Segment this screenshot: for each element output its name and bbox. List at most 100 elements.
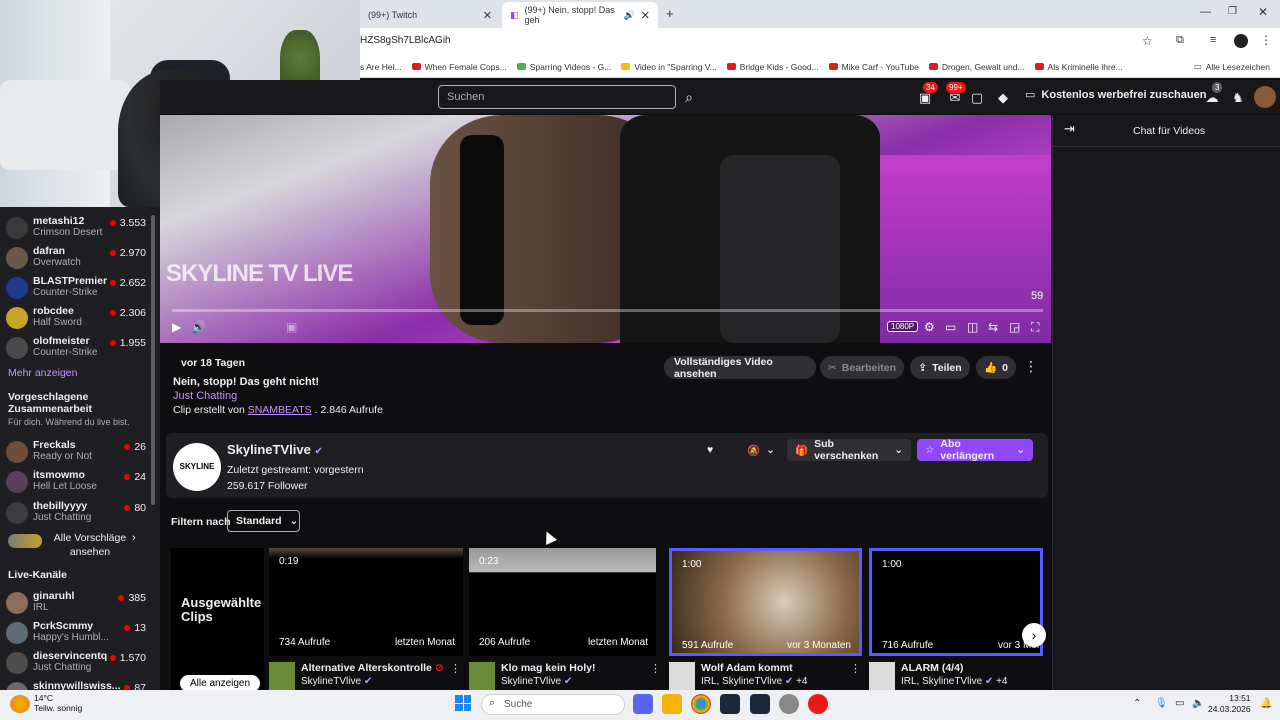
search-icon[interactable]: ⌕ (678, 85, 700, 109)
chrome-icon[interactable] (691, 694, 711, 714)
show-more-link[interactable]: Mehr anzeigen (8, 367, 77, 379)
bookmark-item[interactable]: Video in "Sparring V... (621, 62, 717, 72)
close-tab-icon[interactable]: ✕ (483, 9, 492, 22)
more-options-icon[interactable]: ⋮ (850, 662, 861, 675)
microphone-icon[interactable]: 🎙 (1155, 698, 1168, 709)
bookmark-item[interactable]: Drogen, Gewalt und... (928, 62, 1025, 72)
theatre-icon[interactable]: ▭ (945, 320, 956, 334)
minimize-icon[interactable]: — (1200, 6, 1211, 18)
all-bookmarks[interactable]: ▭ Alle Lesezeichen (1194, 61, 1270, 72)
sidebar-channel[interactable]: BLASTPremier Counter-Strike 2.652 (6, 275, 146, 305)
new-tab-icon[interactable]: + (666, 6, 674, 21)
edit-button[interactable]: ✂ Bearbeiten (820, 356, 904, 379)
speaker-icon[interactable]: 🔈 (1192, 698, 1204, 709)
taskbar-clock[interactable]: 13:51 24.03.2026 (1208, 693, 1251, 715)
clip-thumbnail[interactable]: 1:00 716 Aufrufe vor 3 Mona (869, 548, 1043, 656)
whispers-icon[interactable]: ▢ (967, 88, 987, 108)
clip-card-channel[interactable]: SkylineTVlive ✔ (501, 676, 572, 687)
next-clips-icon[interactable]: › (1022, 623, 1046, 647)
windows-start-icon[interactable] (455, 695, 471, 711)
profile-avatar[interactable] (1234, 34, 1248, 48)
bookmark-star-icon[interactable]: ☆ (1142, 34, 1153, 48)
clip-card-title[interactable]: ALARM (4/4) (901, 662, 963, 674)
more-options-icon[interactable]: ⋮ (450, 662, 461, 675)
volume-icon[interactable]: 🔊 (191, 320, 206, 334)
collapse-chat-icon[interactable]: ⇥ (1064, 121, 1075, 137)
like-button[interactable]: 👍 0 (976, 356, 1016, 379)
picture-in-picture-icon[interactable]: ◲ (1009, 320, 1020, 334)
quality-badge[interactable]: 1080P (887, 321, 919, 332)
more-options-icon[interactable]: ⋮ (650, 662, 661, 675)
sidebar-channel[interactable]: dafran Overwatch 2.970 (6, 245, 146, 275)
clip-card-title[interactable]: Wolf Adam kommt (701, 662, 793, 674)
sidebar-channel[interactable]: PcrkScmmy Happy's Humbl... 13 (6, 620, 146, 650)
media-icon[interactable]: ≡ (1210, 34, 1216, 46)
bookmark-item[interactable]: s Are Hel... (360, 62, 402, 72)
gift-sub-button[interactable]: 🎁 Sub verschenken ⌄ (787, 438, 911, 462)
bookmark-item[interactable]: Mike Carf - YouTube (828, 62, 919, 72)
bookmark-item[interactable]: Bridge Kids - Good... (726, 62, 819, 72)
tray-chevron-up-icon[interactable]: ⌃ (1133, 698, 1141, 709)
address-bar[interactable]: HZS8gSh7LBlcAGih ☆ ⧉ ≡ ⋮ (360, 28, 1280, 56)
network-icon[interactable]: ▭ (1175, 698, 1184, 709)
settings-gear-icon[interactable]: ⚙ (924, 320, 935, 334)
channel-avatar[interactable]: SKYLINE (173, 443, 221, 491)
clip-thumbnail[interactable]: 0:19 734 Aufrufe letzten Monat (269, 548, 463, 656)
sidebar-channel[interactable]: skinnywillswiss... 87 (6, 680, 146, 690)
sidebar-channel[interactable]: olofmeister Counter-Strike 1.955 (6, 335, 146, 365)
clip-card-channel[interactable]: IRL, SkylineTVlive ✔ +4 (901, 676, 1008, 687)
maximize-icon[interactable]: ❐ (1228, 6, 1237, 17)
media-player-icon[interactable] (808, 694, 828, 714)
share-clip-icon[interactable]: ⇆ (988, 320, 998, 334)
clip-icon[interactable]: ▣ (286, 320, 297, 334)
clip-thumbnail[interactable]: 0:23 206 Aufrufe letzten Monat (469, 548, 656, 656)
url-text[interactable]: HZS8gSh7LBlcAGih (360, 35, 451, 46)
sidebar-scrollbar[interactable] (151, 215, 155, 505)
extensions-icon[interactable]: ⧉ (1176, 34, 1184, 47)
clip-thumbnail[interactable]: 1:00 591 Aufrufe vor 3 Monaten (669, 548, 862, 656)
filter-select[interactable]: Standard ⌄ (227, 510, 300, 532)
close-window-icon[interactable]: ✕ (1258, 5, 1268, 19)
sidebar-channel[interactable]: metashi12 Crimson Desert 3.553 (6, 215, 146, 245)
sidebar-channel[interactable]: itsmowmo Hell Let Loose 24 (6, 469, 146, 499)
follow-heart-icon[interactable]: ♥ (699, 439, 721, 461)
obs-icon[interactable] (779, 694, 799, 714)
taskbar-search[interactable]: Suche (481, 694, 625, 715)
browser-tab-active[interactable]: ◧ (99+) Nein, stopp! Das geh 🔊 ✕ (502, 2, 658, 28)
clip-card-channel[interactable]: IRL, SkylineTVlive ✔ +4 (701, 676, 808, 687)
more-options-icon[interactable]: ⋮ (1024, 358, 1038, 375)
share-button[interactable]: ⇪ Teilen (910, 356, 970, 379)
weather-widget[interactable]: 14°C Teilw. sonnig (34, 693, 82, 713)
clip-card-channel[interactable]: SkylineTVlive ✔ (301, 676, 372, 687)
video-progress-bar[interactable] (172, 309, 1043, 312)
clip-card-title[interactable]: Alternative Alterskontrolle ⊘ (301, 662, 444, 674)
prime-icon[interactable]: ♞ (1228, 88, 1248, 108)
sidebar-channel[interactable]: Freckals Ready or Not 26 (6, 439, 146, 469)
clip-category-link[interactable]: Just Chatting (173, 390, 237, 402)
notifications-off-button[interactable]: 🔕 ⌄ (739, 439, 783, 461)
all-suggestions-button[interactable]: Alle Vorschläge ansehen › (8, 531, 153, 559)
file-explorer-icon[interactable] (662, 694, 682, 714)
audio-icon[interactable]: 🔊 (624, 10, 635, 21)
discord-icon[interactable] (633, 694, 653, 714)
free-view-button[interactable]: ▭ Kostenlos werbefrei zuschauen (1025, 88, 1206, 102)
full-video-button[interactable]: Vollständiges Video ansehen (664, 356, 816, 380)
bookmark-item[interactable]: Als Kriminelle ihre... (1034, 62, 1123, 72)
sidebar-channel[interactable]: robcdee Half Sword 2.306 (6, 305, 146, 335)
sidebar-channel[interactable]: thebillyyyy Just Chatting 80 (6, 500, 146, 530)
menu-kebab-icon[interactable]: ⋮ (1260, 33, 1272, 47)
renew-sub-button[interactable]: ☆ Abo verlängern ⌄ (917, 438, 1033, 462)
bookmark-item[interactable]: When Female Cops... (411, 62, 507, 72)
search-input[interactable]: Suchen (438, 85, 676, 109)
fullscreen-icon[interactable]: ⛶ (1031, 320, 1039, 335)
clip-card-title[interactable]: Klo mag kein Holy! (501, 662, 596, 674)
sidebar-channel[interactable]: ginaruhl IRL 385 (6, 590, 146, 620)
notification-bell-icon[interactable]: 🔔 (1260, 698, 1272, 709)
channel-name[interactable]: SkylineTVlive ✔ (227, 442, 323, 457)
user-avatar[interactable] (1254, 86, 1276, 108)
steam-icon[interactable] (750, 694, 770, 714)
steam-icon[interactable] (720, 694, 740, 714)
drops-icon[interactable]: ◆ (993, 88, 1013, 108)
bookmark-item[interactable]: Sparring Videos - G... (516, 62, 611, 72)
clip-creator-link[interactable]: SNAMBEATS (248, 404, 312, 416)
